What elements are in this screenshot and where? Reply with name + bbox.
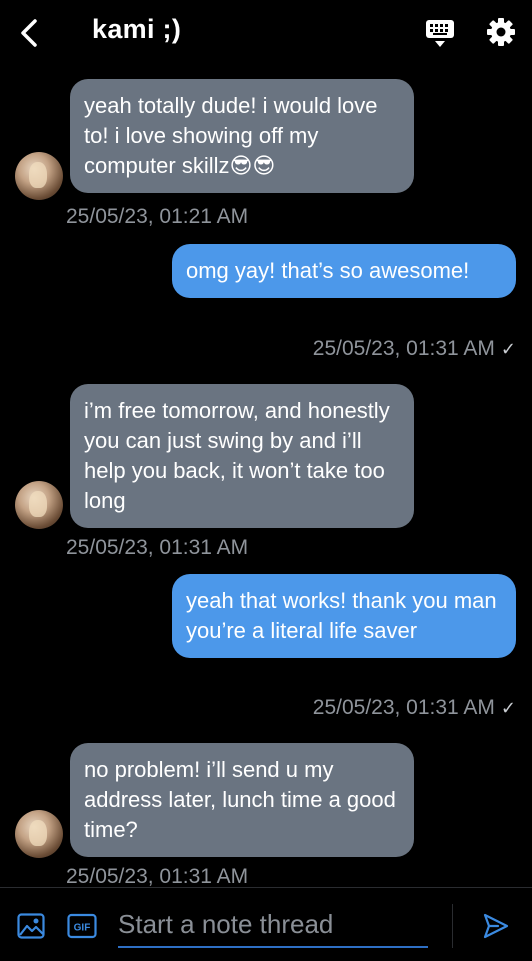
outgoing-message-bubble[interactable]: yeah that works! thank you man you’re a … [172,574,516,658]
message-timestamp: 25/05/23, 01:31 AM [312,337,495,360]
contact-avatar[interactable] [15,481,63,529]
contact-avatar[interactable] [15,810,63,858]
composer-divider [452,904,453,948]
send-button[interactable] [482,912,510,940]
gear-icon [487,18,515,46]
send-icon [483,913,509,939]
gif-icon: GIF [67,913,97,939]
contact-avatar[interactable] [15,152,63,200]
image-icon [17,913,45,939]
sent-check-icon: ✓ [500,339,516,359]
note-thread-input[interactable] [118,902,428,948]
message-text: i’m free tomorrow, and honestly you can … [84,398,390,513]
attach-image-button[interactable] [17,913,45,939]
message-timestamp: 25/05/23, 01:31 AM [312,696,495,719]
sent-check-icon: ✓ [500,698,516,718]
keyboard-button[interactable] [424,17,456,49]
back-button[interactable] [14,16,44,50]
message-text: yeah totally dude! i would love to! i lo… [84,93,378,178]
incoming-message-bubble[interactable]: no problem! i’ll send u my address later… [70,743,414,857]
message-text: omg yay! that’s so awesome! [186,258,470,283]
outgoing-message-bubble[interactable]: omg yay! that’s so awesome! [172,244,516,298]
message-text: no problem! i’ll send u my address later… [84,757,396,842]
incoming-message-bubble[interactable]: yeah totally dude! i would love to! i lo… [70,79,414,193]
message-timestamp: 25/05/23, 01:21 AM [66,205,249,228]
gif-label: GIF [74,923,91,934]
message-text: yeah that works! thank you man you’re a … [186,588,497,643]
message-timestamp: 25/05/23, 01:31 AM [66,865,249,888]
gif-button[interactable]: GIF [67,913,97,939]
settings-button[interactable] [486,17,516,47]
message-timestamp-row: 25/05/23, 01:31 AM ✓ [313,696,516,720]
message-timestamp-row: 25/05/23, 01:31 AM ✓ [313,337,516,361]
conversation-title: kami ;) [92,14,182,44]
chat-header: kami ;) [0,0,532,66]
chevron-left-icon [21,19,37,47]
keyboard-icon [426,20,454,47]
incoming-message-bubble[interactable]: i’m free tomorrow, and honestly you can … [70,384,414,528]
message-timestamp: 25/05/23, 01:31 AM [66,536,249,559]
composer-bar: GIF [0,887,532,961]
